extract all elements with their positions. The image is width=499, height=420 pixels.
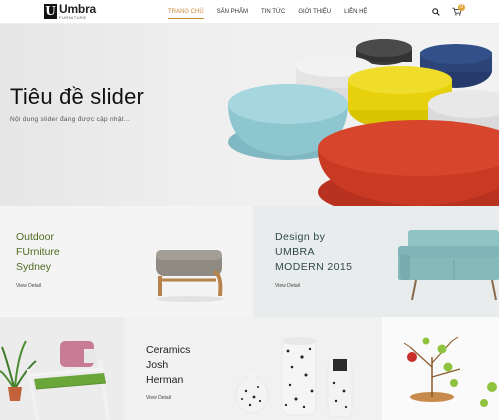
nav-item-products[interactable]: SẢN PHẨM [217,0,248,24]
tile-title-line: Outdoor [16,231,54,243]
hero-title: Tiêu đề slider [10,84,145,109]
tile-title: Outdoor FUrniture Sydney [16,230,60,275]
hero-slider[interactable]: Tiêu đề slider Nội dung slider đang được… [0,24,499,206]
tile-title-line: Sydney [16,261,52,273]
tile-title-line: UMBRA [275,246,315,258]
main-nav: TRANG CHỦ SẢN PHẨM TIN TỨC GIỚI THIỆU LI… [168,0,380,24]
promo-tile-chair[interactable] [0,317,124,420]
search-icon[interactable] [432,8,440,16]
nav-item-contact[interactable]: LIÊN HỆ [344,0,367,24]
cart-count-badge: 0 [458,4,465,11]
tile-title-line: Herman [146,374,184,386]
logo[interactable]: U Umbra FURNITURE [44,3,96,20]
tile-title-line: FUrniture [16,246,60,258]
promo-tile-apple-tree[interactable] [382,317,499,420]
page: U Umbra FURNITURE TRANG CHỦ SẢN PHẨM TIN… [0,0,499,420]
footstool-image [156,250,224,302]
view-detail-link[interactable]: View Detail [146,395,171,401]
apple-tree-image [403,336,497,407]
tile-title: Design by UMBRA MODERN 2015 [275,230,352,275]
promo-tile-outdoor[interactable]: Outdoor FUrniture Sydney View Detail [0,206,253,317]
tile-title-line: MODERN 2015 [275,261,353,273]
nav-item-news[interactable]: TIN TỨC [261,0,285,24]
hero-subtitle: Nội dung slider đang được cập nhật... [10,116,131,123]
ceramic-vases-image [235,337,353,418]
tile-title: Ceramics Josh Herman [146,343,190,388]
chair-plant-image [0,340,110,420]
tile-title-line: Ceramics [146,344,191,356]
tile-title-line: Josh [146,359,169,371]
sofa-image [398,230,499,301]
view-detail-link[interactable]: View Detail [275,283,300,289]
site-header: U Umbra FURNITURE TRANG CHỦ SẢN PHẨM TIN… [0,0,499,24]
promo-tile-modern[interactable]: Design by UMBRA MODERN 2015 View Detail [253,206,499,317]
logo-subtitle: FURNITURE [59,15,87,20]
tile-title-line: Design by [275,231,326,243]
nav-item-home[interactable]: TRANG CHỦ [168,0,204,24]
logo-name: Umbra [59,2,97,16]
logo-mark: U [44,4,57,19]
view-detail-link[interactable]: View Detail [16,283,41,289]
nav-item-about[interactable]: GIỚI THIỆU [298,0,331,24]
promo-tile-ceramics[interactable]: Ceramics Josh Herman View Detail [124,317,382,420]
hero-ottomans-image [228,39,499,206]
